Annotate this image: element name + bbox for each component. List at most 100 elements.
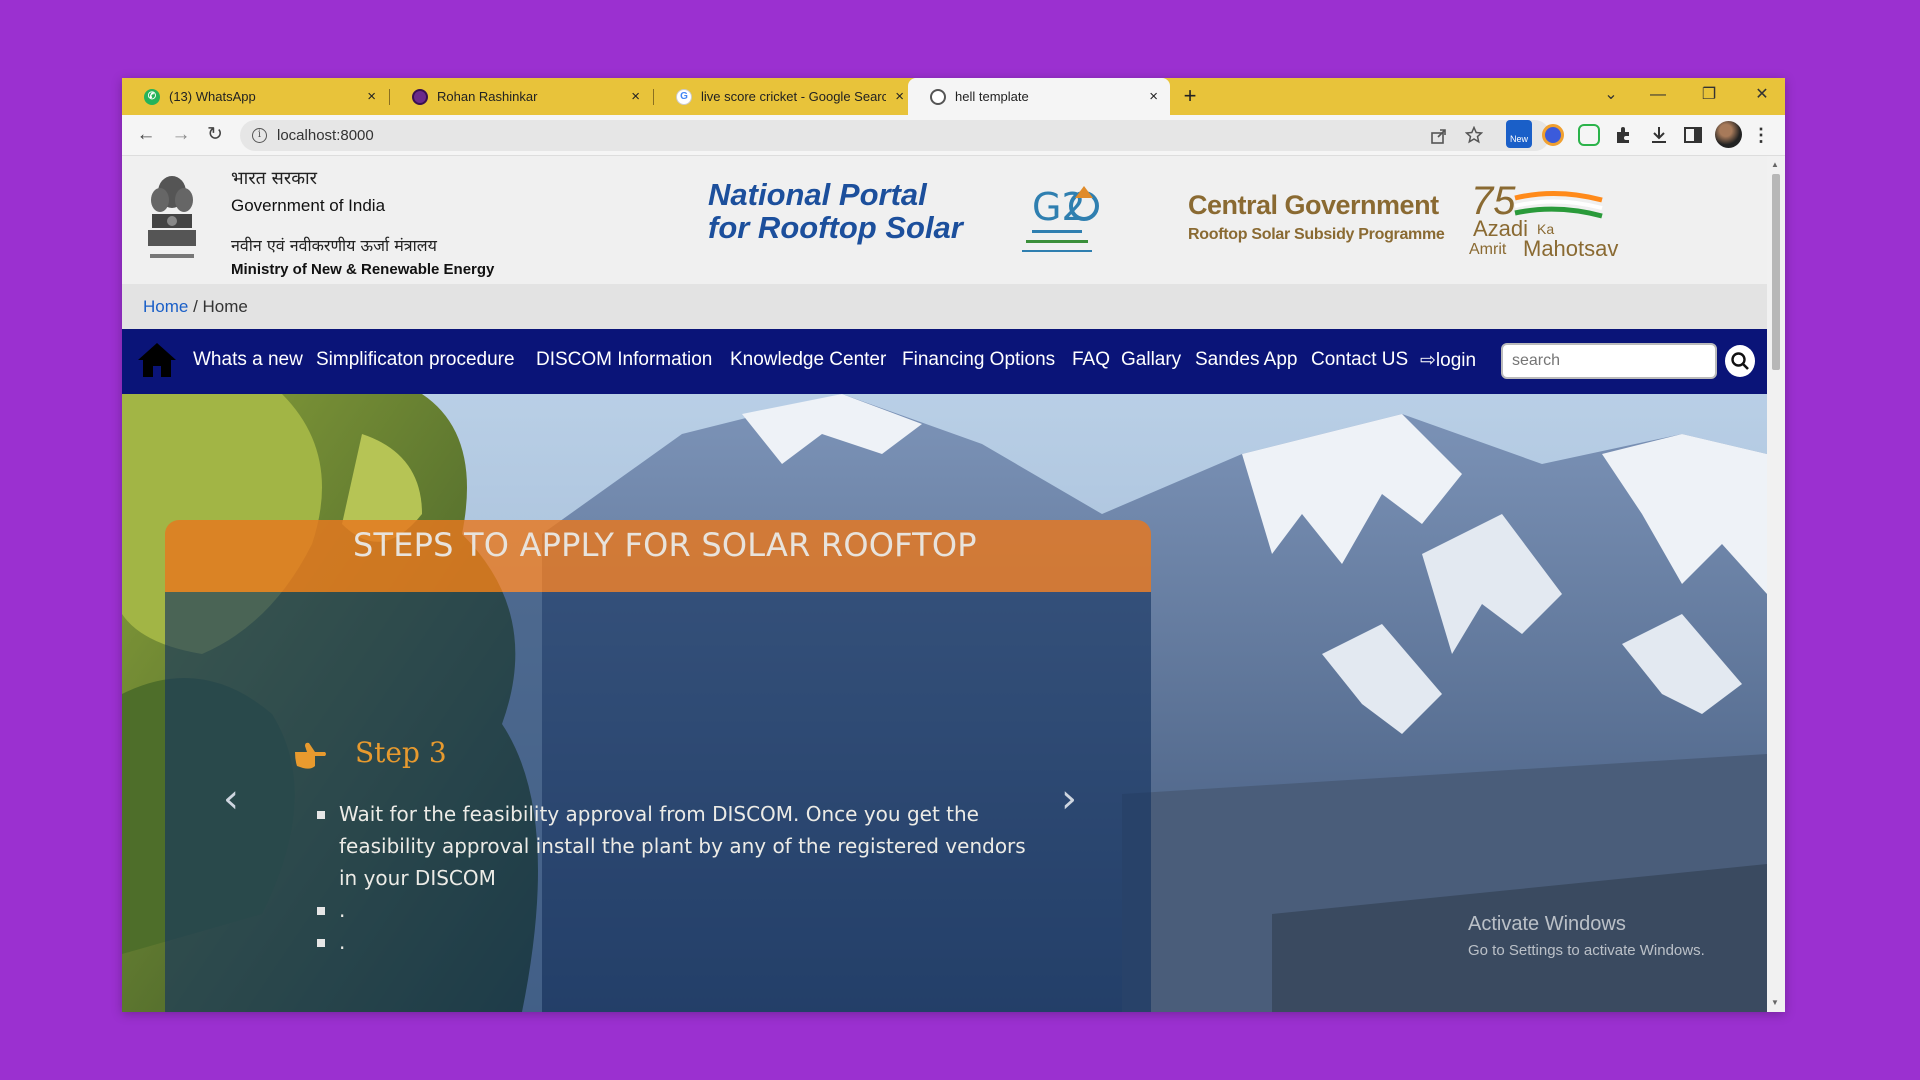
- ministry-hindi-label: नवीन एवं नवीकरणीय ऊर्जा मंत्रालय: [231, 236, 437, 255]
- restore-button[interactable]: ❐: [1694, 82, 1724, 108]
- svg-text:G2: G2: [1032, 185, 1086, 229]
- extension-new-icon[interactable]: New: [1506, 120, 1532, 148]
- home-icon[interactable]: [136, 341, 178, 379]
- breadcrumb-separator: /: [188, 297, 203, 316]
- nav-discom-information[interactable]: DISCOM Information: [536, 349, 712, 371]
- pointing-hand-icon: [295, 742, 326, 769]
- nav-faq[interactable]: FAQ: [1072, 349, 1110, 371]
- tab-title: (13) WhatsApp: [169, 89, 256, 104]
- scrollbar-thumb[interactable]: [1772, 174, 1780, 370]
- svg-text:Amrit: Amrit: [1469, 241, 1507, 258]
- tab-strip: ✆ (13) WhatsApp × Rohan Rashinkar × G li…: [122, 78, 1785, 115]
- close-tab-icon[interactable]: ×: [631, 88, 640, 105]
- svg-text:Ka: Ka: [1537, 221, 1554, 237]
- login-icon: ⇨: [1420, 350, 1436, 371]
- svg-text:Azadi: Azadi: [1473, 216, 1528, 241]
- nav-gallary[interactable]: Gallary: [1121, 349, 1181, 371]
- tab-whatsapp[interactable]: ✆ (13) WhatsApp ×: [122, 78, 388, 115]
- carousel-next-button[interactable]: ›: [1054, 776, 1084, 822]
- nav-sandes-app[interactable]: Sandes App: [1195, 349, 1297, 371]
- nav-simplification-procedure[interactable]: Simplificaton procedure: [316, 349, 515, 371]
- tab-title: live score cricket - Google Search: [701, 89, 886, 104]
- google-icon: G: [676, 88, 692, 105]
- close-tab-icon[interactable]: ×: [367, 88, 376, 105]
- steps-panel-body: Step 3 Wait for the feasibility approval…: [165, 592, 1151, 1012]
- gov-english-label: Government of India: [231, 196, 386, 215]
- extension-badge: New: [1509, 134, 1528, 144]
- portal-title-line2: for Rooftop Solar: [708, 210, 963, 245]
- steps-panel: STEPS TO APPLY FOR SOLAR ROOFTOP Step 3 …: [165, 520, 1151, 1012]
- extension-green-icon[interactable]: [1578, 124, 1600, 146]
- profile-icon: [412, 88, 428, 105]
- portal-title-line1: National Portal: [708, 177, 927, 212]
- svg-text:Mahotsav: Mahotsav: [1523, 236, 1618, 260]
- forward-button[interactable]: →: [169, 123, 193, 147]
- browser-toolbar: ← → ↻ i localhost:8000 New ⋮: [122, 115, 1785, 156]
- download-icon[interactable]: [1648, 124, 1670, 146]
- whatsapp-icon: ✆: [144, 88, 160, 105]
- scroll-down-arrow-icon[interactable]: ▼: [1771, 998, 1779, 1007]
- address-bar[interactable]: i localhost:8000: [240, 120, 1550, 151]
- search-button[interactable]: [1725, 345, 1755, 377]
- tab-rohan[interactable]: Rohan Rashinkar ×: [390, 78, 652, 115]
- central-gov-subtitle: Rooftop Solar Subsidy Programme: [1188, 226, 1445, 243]
- new-tab-button[interactable]: +: [1176, 83, 1204, 111]
- national-emblem-icon: [148, 176, 196, 258]
- step-list-item: Wait for the feasibility approval from D…: [317, 798, 1037, 894]
- step-title: Step 3: [355, 736, 447, 769]
- globe-icon: [930, 88, 946, 105]
- nav-financing-options[interactable]: Financing Options: [902, 349, 1055, 371]
- gov-hindi-label: भारत सरकार: [231, 168, 318, 189]
- tab-title: Rohan Rashinkar: [437, 89, 538, 104]
- watermark-line1: Activate Windows: [1468, 913, 1626, 935]
- carousel-prev-button[interactable]: ‹: [216, 776, 246, 822]
- search-input[interactable]: [1501, 343, 1717, 379]
- bookmark-star-icon[interactable]: [1465, 126, 1483, 144]
- breadcrumb-home-link[interactable]: Home: [143, 297, 188, 316]
- side-panel-icon[interactable]: [1682, 124, 1704, 146]
- share-icon[interactable]: [1430, 127, 1448, 145]
- tab-hell-template[interactable]: hell template ×: [908, 78, 1170, 115]
- site-info-icon[interactable]: i: [252, 128, 267, 143]
- minimize-button[interactable]: —: [1643, 82, 1673, 108]
- reload-button[interactable]: ↻: [203, 123, 227, 147]
- activate-windows-watermark: Activate Windows Go to Settings to activ…: [1468, 913, 1705, 959]
- step-list: Wait for the feasibility approval from D…: [317, 798, 1037, 958]
- profile-avatar[interactable]: [1715, 121, 1742, 148]
- central-gov-title: Central Government: [1188, 190, 1439, 220]
- browser-window: ✆ (13) WhatsApp × Rohan Rashinkar × G li…: [122, 78, 1785, 1012]
- portal-title[interactable]: National Portal for Rooftop Solar: [708, 178, 963, 244]
- steps-panel-header: STEPS TO APPLY FOR SOLAR ROOFTOP: [165, 520, 1151, 592]
- steps-panel-title: STEPS TO APPLY FOR SOLAR ROOFTOP: [353, 526, 977, 564]
- nav-whats-new[interactable]: Whats a new: [193, 349, 303, 371]
- nav-knowledge-center[interactable]: Knowledge Center: [730, 349, 886, 371]
- site-header: भारत सरकार Government of India नवीन एवं …: [122, 156, 1767, 284]
- hero-carousel: STEPS TO APPLY FOR SOLAR ROOFTOP Step 3 …: [122, 394, 1767, 1012]
- login-label: login: [1435, 350, 1477, 371]
- page-viewport: भारत सरकार Government of India नवीन एवं …: [122, 156, 1767, 1012]
- scroll-up-arrow-icon[interactable]: ▲: [1771, 160, 1779, 169]
- tab-search-dropdown-icon[interactable]: ⌄: [1596, 82, 1626, 108]
- azadi-ka-amrit-mahotsav-logo: 75 Azadi Ka Amrit Mahotsav: [1469, 179, 1618, 260]
- page-scrollbar[interactable]: ▲ ▼: [1767, 156, 1785, 1012]
- nav-contact-us[interactable]: Contact US: [1311, 349, 1408, 371]
- ministry-english-label: Ministry of New & Renewable Energy: [231, 261, 495, 278]
- breadcrumb-current: Home: [202, 297, 248, 316]
- close-tab-icon[interactable]: ×: [895, 88, 904, 105]
- nav-login[interactable]: ⇨login: [1420, 349, 1476, 372]
- extensions-puzzle-icon[interactable]: [1613, 124, 1635, 146]
- browser-menu-icon[interactable]: ⋮: [1750, 124, 1772, 146]
- close-tab-icon[interactable]: ×: [1149, 88, 1158, 105]
- breadcrumb: Home / Home: [122, 284, 1767, 329]
- tab-title: hell template: [955, 89, 1029, 104]
- back-button[interactable]: ←: [134, 123, 158, 147]
- watermark-line2: Go to Settings to activate Windows.: [1468, 942, 1705, 959]
- close-window-button[interactable]: ✕: [1747, 82, 1777, 108]
- step-list-item: .: [317, 894, 1037, 926]
- extension-circle-icon[interactable]: [1542, 124, 1564, 146]
- g20-logo: G2: [1022, 185, 1099, 252]
- main-navigation: Whats a new Simplificaton procedure DISC…: [122, 329, 1767, 394]
- tab-google[interactable]: G live score cricket - Google Search ×: [654, 78, 916, 115]
- url-text: localhost:8000: [277, 127, 374, 144]
- step-list-item: .: [317, 926, 1037, 958]
